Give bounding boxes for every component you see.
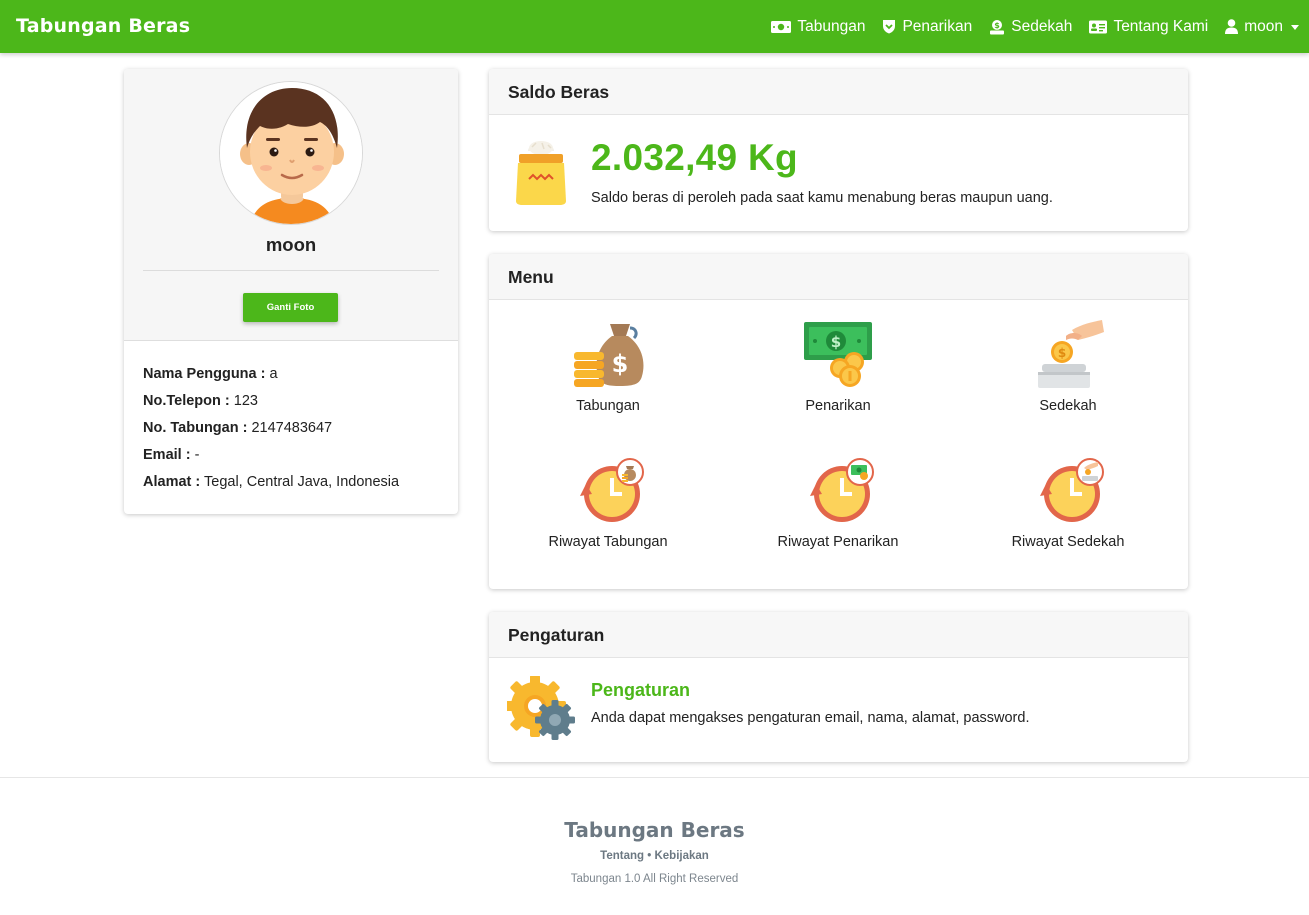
menu-label: Riwayat Tabungan <box>548 534 668 550</box>
menu-item-tabungan[interactable]: $ Tabungan <box>498 318 718 414</box>
hand-coin-icon: $ <box>958 318 1178 390</box>
profile-card: moon Ganti Foto Nama Pengguna : a No.Tel… <box>124 69 458 514</box>
menu-item-riwayat-tabungan[interactable]: Riwayat Tabungan <box>498 454 718 550</box>
menu-card: Menu $ Tabungan $ Penarikan $ Sedekah Ri… <box>489 254 1188 589</box>
info-value: 2147483647 <box>251 420 333 436</box>
menu-item-riwayat-sedekah[interactable]: Riwayat Sedekah <box>958 454 1178 550</box>
settings-link[interactable]: Pengaturan <box>591 680 690 701</box>
info-row-phone: No.Telepon : 123 <box>143 388 439 415</box>
info-label: Nama Pengguna : <box>143 366 266 382</box>
svg-text:$: $ <box>1058 346 1066 360</box>
gears-icon[interactable] <box>504 675 577 747</box>
info-value: a <box>269 366 278 382</box>
money-bill-icon <box>771 20 792 34</box>
footer-brand: Tabungan Beras <box>564 818 745 842</box>
nav-item-tabungan[interactable]: Tabungan <box>771 18 865 36</box>
money-bag-icon: $ <box>498 318 718 390</box>
menu-label: Penarikan <box>805 398 871 414</box>
svg-text:$: $ <box>612 350 629 378</box>
menu-item-penarikan[interactable]: $ Penarikan <box>728 318 948 414</box>
menu-label: Riwayat Sedekah <box>1011 534 1125 550</box>
user-icon <box>1225 19 1239 34</box>
settings-body: Pengaturan Anda dapat mengakses pengatur… <box>489 658 1188 762</box>
info-row-username: Nama Pengguna : a <box>143 361 439 388</box>
menu-item-riwayat-penarikan[interactable]: Riwayat Penarikan <box>728 454 948 550</box>
info-value: 123 <box>233 393 258 409</box>
profile-info: Nama Pengguna : a No.Telepon : 123 No. T… <box>124 341 458 496</box>
footer-link-about[interactable]: Tentang <box>600 850 644 862</box>
saldo-value: 2.032,49 Kg <box>591 137 798 178</box>
settings-card-title: Pengaturan <box>489 612 1188 658</box>
footer-link-policy[interactable]: Kebijakan <box>654 850 708 862</box>
history-clock-icon <box>958 454 1178 526</box>
id-card-icon <box>1089 20 1108 34</box>
footer-links: Tentang • Kebijakan <box>0 850 1309 862</box>
info-row-address: Alamat : Tegal, Central Java, Indonesia <box>143 469 439 496</box>
donate-icon: $ <box>989 19 1005 35</box>
footer: Tabungan Beras Tentang • Kebijakan Tabun… <box>0 777 1309 915</box>
nav-item-user-dropdown[interactable]: moon <box>1225 18 1299 36</box>
saldo-body: 2.032,49 Kg Saldo beras di peroleh pada … <box>489 115 1188 231</box>
top-navbar: Tabungan Beras Tabungan Penarikan $ Sede… <box>0 0 1309 53</box>
nav-item-sedekah[interactable]: $ Sedekah <box>989 18 1072 36</box>
nav-label-penarikan: Penarikan <box>902 17 973 35</box>
saldo-description: Saldo beras di peroleh pada saat kamu me… <box>591 190 1053 206</box>
profile-divider <box>143 270 439 271</box>
info-row-email: Email : - <box>143 442 439 469</box>
rice-sack-icon <box>514 137 568 212</box>
settings-description: Anda dapat mengakses pengaturan email, n… <box>591 710 1030 726</box>
shield-icon <box>882 19 896 34</box>
nav-item-penarikan[interactable]: Penarikan <box>882 18 972 36</box>
info-label: Alamat : <box>143 474 201 490</box>
footer-copyright: Tabungan 1.0 All Right Reserved <box>570 873 739 885</box>
menu-item-sedekah[interactable]: $ Sedekah <box>958 318 1178 414</box>
footer-separator: • <box>647 850 652 862</box>
info-row-account-number: No. Tabungan : 2147483647 <box>143 415 439 442</box>
nav-label-username: moon <box>1244 17 1283 35</box>
profile-header: moon Ganti Foto <box>124 69 458 341</box>
cash-coins-icon: $ <box>728 318 948 390</box>
nav-item-tentang-kami[interactable]: Tentang Kami <box>1089 18 1208 36</box>
navbar-menu: Tabungan Penarikan $ Sedekah Tentang Kam… <box>771 0 1299 53</box>
nav-label-tabungan: Tabungan <box>797 17 866 35</box>
svg-text:$: $ <box>994 21 1000 30</box>
info-label: No. Tabungan : <box>143 420 248 436</box>
svg-text:$: $ <box>831 333 841 351</box>
nav-label-tentang-kami: Tentang Kami <box>1113 17 1209 35</box>
menu-label: Tabungan <box>576 398 640 414</box>
profile-username: moon <box>265 234 317 255</box>
caret-down-icon <box>1291 24 1299 30</box>
navbar-brand[interactable]: Tabungan Beras <box>16 15 190 37</box>
saldo-card: Saldo Beras 2.032,49 Kg Saldo beras di p… <box>489 69 1188 231</box>
nav-label-sedekah: Sedekah <box>1011 17 1073 35</box>
avatar <box>219 81 363 225</box>
menu-grid: $ Tabungan $ Penarikan $ Sedekah Riwayat… <box>489 300 1188 589</box>
info-value: - <box>194 447 200 463</box>
menu-card-title: Menu <box>489 254 1188 300</box>
saldo-card-title: Saldo Beras <box>489 69 1188 115</box>
menu-label: Sedekah <box>1039 398 1097 414</box>
info-label: No.Telepon : <box>143 393 230 409</box>
info-value: Tegal, Central Java, Indonesia <box>204 474 400 490</box>
settings-card: Pengaturan Pengaturan Anda dapat mengaks… <box>489 612 1188 762</box>
menu-label: Riwayat Penarikan <box>777 534 899 550</box>
history-clock-icon <box>728 454 948 526</box>
info-label: Email : <box>143 447 191 463</box>
change-photo-button[interactable]: Ganti Foto <box>243 293 338 322</box>
history-clock-icon <box>498 454 718 526</box>
